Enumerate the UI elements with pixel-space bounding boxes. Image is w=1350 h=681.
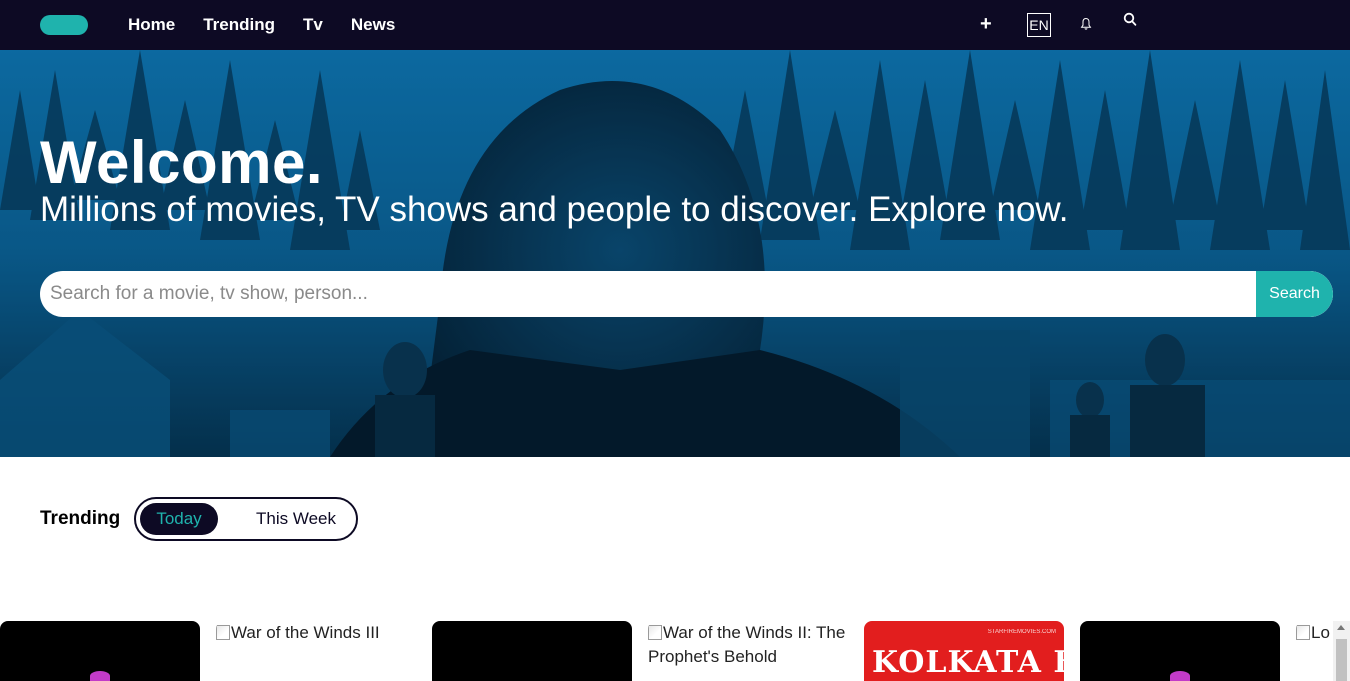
movie-card[interactable] xyxy=(432,621,632,681)
toggle-this-week[interactable]: This Week xyxy=(236,503,356,535)
card-image-fragment xyxy=(1170,671,1190,681)
movie-card[interactable]: War of the Winds III xyxy=(216,621,416,681)
nav-link-tv[interactable]: Tv xyxy=(303,15,323,35)
search-button[interactable]: Search xyxy=(1256,271,1333,317)
card-poster-title: KOLKATA B KING xyxy=(872,645,1064,680)
movie-card[interactable]: STARFIREMOVIES.COM KOLKATA B KING xyxy=(864,621,1064,681)
toggle-today[interactable]: Today xyxy=(140,503,218,535)
broken-image-icon xyxy=(1296,625,1310,640)
broken-image-icon xyxy=(216,625,230,640)
bell-icon[interactable] xyxy=(1080,17,1092,36)
trending-label: Trending xyxy=(40,508,121,529)
hero-subtitle: Millions of movies, TV shows and people … xyxy=(40,190,1069,229)
nav-link-news[interactable]: News xyxy=(351,15,395,35)
card-image-fragment xyxy=(90,671,110,681)
hero-banner: Welcome. Millions of movies, TV shows an… xyxy=(0,50,1350,457)
movie-card[interactable]: Lo xyxy=(1296,621,1333,681)
language-button[interactable]: EN xyxy=(1027,13,1051,37)
movie-card[interactable]: War of the Winds II: The Prophet's Behol… xyxy=(648,621,848,681)
nav-link-trending[interactable]: Trending xyxy=(203,15,275,35)
movie-card[interactable] xyxy=(1080,621,1280,681)
nav-link-home[interactable]: Home xyxy=(128,15,175,35)
search-input[interactable] xyxy=(40,271,1256,317)
hero-background-image xyxy=(0,50,1350,457)
plus-icon[interactable]: + xyxy=(980,14,992,34)
horizontal-scrollbar[interactable] xyxy=(1333,621,1350,681)
card-alt-text: Lo xyxy=(1311,623,1330,642)
card-alt-text: War of the Winds II: The Prophet's Behol… xyxy=(648,623,846,666)
movie-card[interactable] xyxy=(0,621,200,681)
trending-toggle: Today This Week xyxy=(134,497,358,541)
search-bar: Search xyxy=(40,271,1333,317)
nav-links: Home Trending Tv News xyxy=(128,0,395,50)
scroll-thumb[interactable] xyxy=(1336,639,1347,681)
search-icon[interactable] xyxy=(1123,12,1137,33)
card-alt-text: War of the Winds III xyxy=(231,623,380,642)
scroll-up-arrow[interactable] xyxy=(1337,625,1345,630)
top-navbar: Home Trending Tv News + EN xyxy=(0,0,1350,50)
hero-title: Welcome. xyxy=(40,129,323,196)
site-logo[interactable] xyxy=(40,15,88,35)
card-poster-credit: STARFIREMOVIES.COM xyxy=(987,629,1056,635)
broken-image-icon xyxy=(648,625,662,640)
